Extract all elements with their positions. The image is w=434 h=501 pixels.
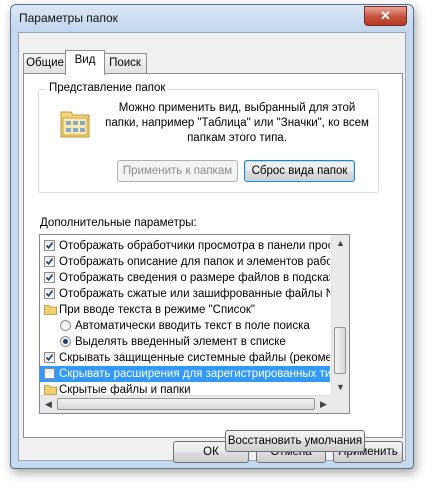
radio-dot-icon bbox=[63, 339, 68, 344]
view-tab-panel: Представление папок Можно применить вид,… bbox=[23, 73, 403, 452]
dialog-body: Общие Вид Поиск Представление папок Можн… bbox=[18, 32, 406, 463]
tab-search[interactable]: Поиск bbox=[103, 53, 147, 74]
setting-label: Отображать сведения о размере файлов в п… bbox=[59, 272, 330, 284]
title-bar[interactable]: Параметры папок ✕ bbox=[11, 5, 413, 32]
folder-icon bbox=[44, 384, 57, 395]
setting-label: При вводе текста в режиме "Список" bbox=[59, 304, 255, 316]
apply-to-folders-label: Применить к папкам bbox=[122, 165, 233, 177]
radio-selected-icon[interactable] bbox=[60, 336, 71, 347]
window-title: Параметры папок bbox=[19, 11, 118, 25]
horizontal-scrollbar[interactable]: ◀ ▶ bbox=[40, 395, 332, 413]
advanced-settings-label: Дополнительные параметры: bbox=[40, 217, 197, 229]
scroll-right-icon[interactable]: ▶ bbox=[315, 396, 332, 413]
setting-row-checkbox[interactable]: Скрывать расширения для зарегистрированн… bbox=[40, 366, 330, 382]
setting-row-checkbox[interactable]: Скрывать защищенные системные файлы (рек… bbox=[40, 350, 330, 366]
reset-folders-label: Сброс вида папок bbox=[251, 165, 348, 177]
setting-label: Скрывать расширения для зарегистрированн… bbox=[59, 368, 330, 380]
tab-view-label: Вид bbox=[74, 54, 96, 66]
checkbox-checked-icon[interactable] bbox=[44, 288, 55, 299]
setting-row-radio[interactable]: Автоматически вводить текст в поле поиск… bbox=[40, 318, 330, 334]
vertical-scrollbar[interactable]: ▲ ▼ bbox=[331, 235, 349, 396]
restore-defaults-label: Восстановить умолчания bbox=[227, 435, 363, 447]
restore-defaults-button[interactable]: Восстановить умолчания bbox=[225, 430, 365, 452]
setting-row-checkbox[interactable]: Отображать сведения о размере файлов в п… bbox=[40, 270, 330, 286]
setting-row-checkbox[interactable]: Отображать описание для папок и элементо… bbox=[40, 254, 330, 270]
setting-label: Отображать обработчики просмотра в панел… bbox=[59, 240, 330, 252]
checkbox-checked-icon[interactable] bbox=[44, 352, 55, 363]
radio-icon[interactable] bbox=[60, 320, 71, 331]
tab-general-label: Общие bbox=[26, 57, 64, 69]
setting-row-radio[interactable]: Выделять введенный элемент в списке bbox=[40, 334, 330, 350]
scroll-corner bbox=[332, 396, 349, 413]
close-icon: ✕ bbox=[380, 8, 391, 23]
setting-label: Отображать сжатые или зашифрованные файл… bbox=[59, 288, 330, 300]
reset-folders-button[interactable]: Сброс вида папок bbox=[244, 160, 355, 182]
folder-icon bbox=[44, 304, 57, 315]
ok-label: ОК bbox=[203, 446, 219, 458]
scroll-down-icon[interactable]: ▼ bbox=[332, 379, 349, 396]
vertical-scroll-thumb[interactable] bbox=[334, 327, 346, 374]
setting-row-checkbox[interactable]: Отображать обработчики просмотра в панел… bbox=[40, 238, 330, 254]
setting-row-checkbox[interactable]: Отображать сжатые или зашифрованные файл… bbox=[40, 286, 330, 302]
checkbox-checked-icon[interactable] bbox=[44, 240, 55, 251]
tab-view[interactable]: Вид bbox=[65, 50, 105, 75]
folder-views-group: Представление папок Можно применить вид,… bbox=[38, 82, 379, 193]
folder-options-window: Параметры папок ✕ Общие Вид Поиск Предст… bbox=[10, 4, 414, 469]
apply-to-folders-button[interactable]: Применить к папкам bbox=[117, 160, 238, 182]
setting-label: Автоматически вводить текст в поле поиск… bbox=[75, 320, 310, 332]
setting-row-folder: При вводе текста в режиме "Список" bbox=[40, 302, 330, 318]
tab-search-label: Поиск bbox=[109, 57, 141, 69]
folder-views-icon bbox=[59, 106, 91, 140]
checkbox-icon[interactable] bbox=[44, 368, 55, 379]
folder-views-description: Можно применить вид, выбранный для этой … bbox=[105, 102, 369, 144]
tab-general[interactable]: Общие bbox=[23, 53, 67, 74]
setting-label: Скрывать защищенные системные файлы (рек… bbox=[59, 352, 330, 364]
scroll-left-icon[interactable]: ◀ bbox=[40, 396, 57, 413]
advanced-settings-list[interactable]: Отображать обработчики просмотра в панел… bbox=[39, 234, 350, 414]
checkbox-checked-icon[interactable] bbox=[44, 272, 55, 283]
checkbox-checked-icon[interactable] bbox=[44, 256, 55, 267]
close-button[interactable]: ✕ bbox=[364, 6, 407, 26]
scroll-up-icon[interactable]: ▲ bbox=[332, 235, 349, 252]
folder-views-legend: Представление папок bbox=[46, 82, 169, 94]
horizontal-scroll-thumb[interactable] bbox=[57, 398, 315, 410]
setting-label: Выделять введенный элемент в списке bbox=[75, 336, 286, 348]
setting-label: Отображать описание для папок и элементо… bbox=[59, 256, 330, 268]
